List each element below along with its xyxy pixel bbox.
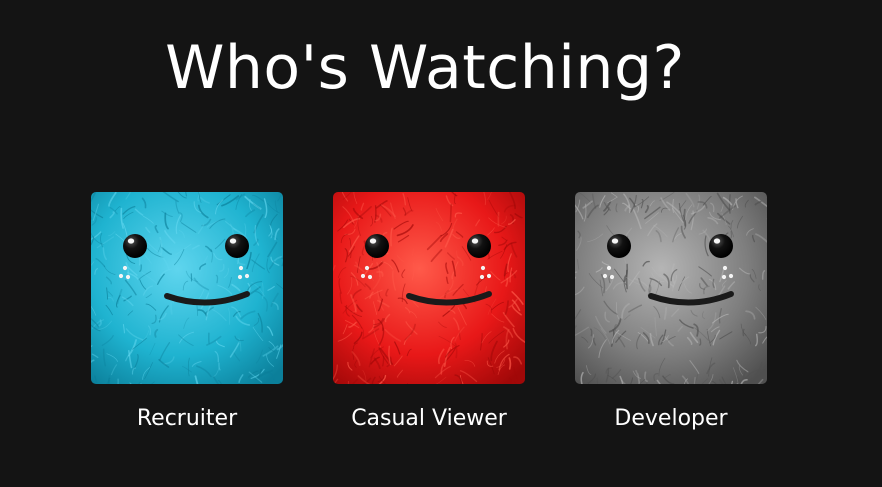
profile-avatar-developer[interactable] (575, 192, 767, 384)
furry-monster-avatar-icon (575, 192, 767, 384)
left-eye (123, 234, 147, 258)
left-eye (607, 234, 631, 258)
furry-monster-avatar-icon (91, 192, 283, 384)
profile-card-casual-viewer[interactable]: Casual Viewer (333, 192, 525, 431)
right-eye (709, 234, 733, 258)
right-eye (225, 234, 249, 258)
fur-background (91, 192, 283, 384)
right-eye (467, 234, 491, 258)
profile-name-casual-viewer[interactable]: Casual Viewer (293, 406, 565, 431)
profile-card-recruiter[interactable]: Recruiter (91, 192, 283, 431)
furry-monster-avatar-icon (333, 192, 525, 384)
profile-card-developer[interactable]: Developer (575, 192, 767, 431)
page-title: Who's Watching? (165, 33, 685, 103)
profile-name-recruiter[interactable]: Recruiter (51, 406, 323, 431)
left-eye (365, 234, 389, 258)
profile-avatar-recruiter[interactable] (91, 192, 283, 384)
fur-background (333, 192, 525, 384)
profile-avatar-casual-viewer[interactable] (333, 192, 525, 384)
profile-name-developer[interactable]: Developer (535, 406, 807, 431)
